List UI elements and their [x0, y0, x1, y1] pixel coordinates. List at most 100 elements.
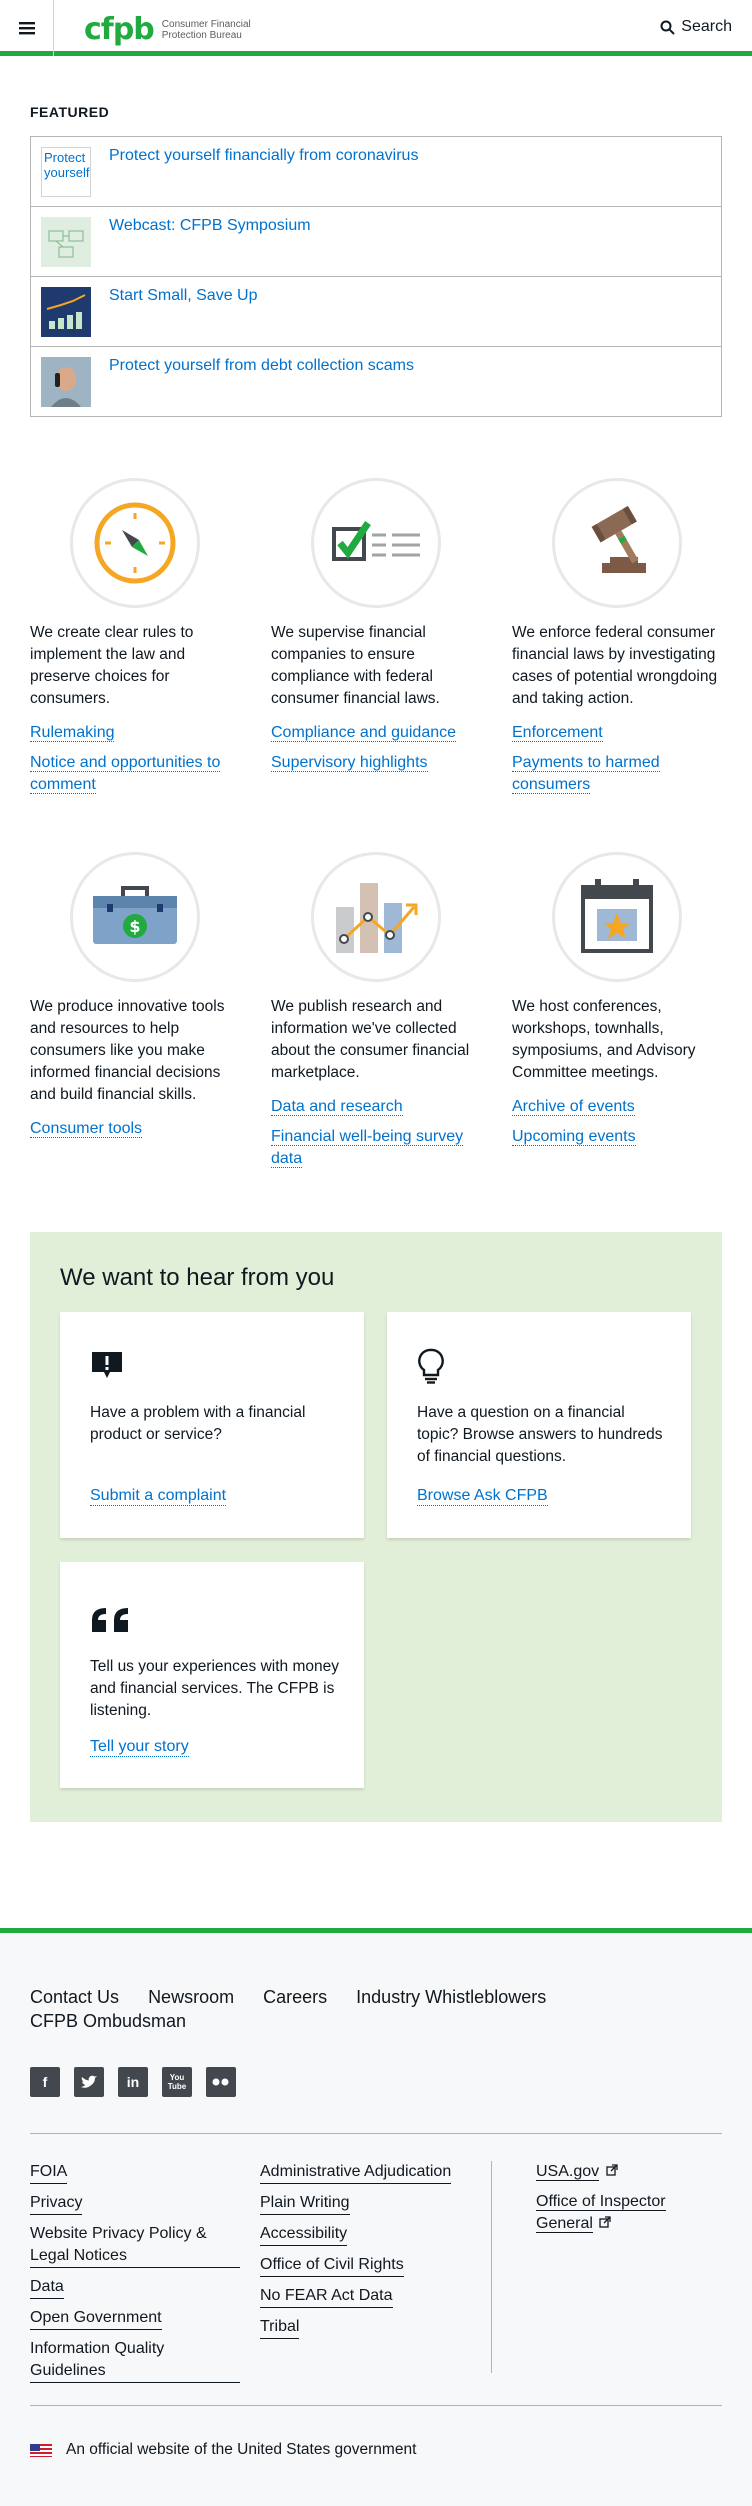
phone-call-thumbnail [41, 357, 91, 407]
data-research-link[interactable]: Data and research [271, 1096, 481, 1118]
inspector-general-link[interactable]: Office of Inspector General [536, 2191, 706, 2235]
footer-divider [30, 2405, 722, 2406]
tools-card: $ We produce innovative tools and resour… [30, 852, 240, 1148]
footer-nav: Contact Us Newsroom Careers Industry Whi… [30, 1985, 590, 2033]
quote-icon [90, 1606, 132, 1639]
complaint-card: Have a problem with a financial product … [60, 1312, 364, 1538]
official-website-banner: An official website of the United States… [30, 2441, 416, 2459]
featured-item[interactable]: Protect yourself Protect yourself financ… [31, 137, 721, 207]
card-icon-circle [552, 478, 682, 608]
social-links: f in You Tube [30, 2067, 250, 2097]
upcoming-events-link[interactable]: Upcoming events [512, 1126, 722, 1148]
tell-story-card: Tell us your experiences with money and … [60, 1562, 364, 1788]
savings-thumbnail [41, 287, 91, 337]
cfpb-logo[interactable]: cfpb Consumer Financial Protection Burea… [84, 12, 262, 47]
card-icon-circle [70, 478, 200, 608]
card-description: We produce innovative tools and resource… [30, 998, 225, 1103]
well-being-survey-link[interactable]: Financial well-being survey data [271, 1126, 481, 1170]
industry-whistleblowers-link[interactable]: Industry Whistleblowers [356, 1985, 546, 2009]
search-label: Search [681, 18, 732, 35]
external-link-icon [605, 2164, 618, 2176]
data-link[interactable]: Data [30, 2276, 64, 2299]
card-description: Have a problem with a financial product … [90, 1404, 306, 1443]
open-government-link[interactable]: Open Government [30, 2307, 162, 2330]
no-fear-act-link[interactable]: No FEAR Act Data [260, 2285, 393, 2308]
footer-divider [30, 2133, 722, 2134]
events-card: We host conferences, workshops, townhall… [512, 852, 722, 1156]
consumer-tools-link[interactable]: Consumer tools [30, 1118, 240, 1140]
card-description: We create clear rules to implement the l… [30, 624, 194, 707]
information-quality-link[interactable]: Information Quality Guidelines [30, 2338, 240, 2383]
broken-image-thumbnail: Protect yourself [41, 147, 91, 197]
search-icon [660, 20, 676, 35]
featured-link[interactable]: Start Small, Save Up [109, 287, 258, 305]
webcast-thumbnail [41, 217, 91, 267]
research-card: We publish research and information we'v… [271, 852, 481, 1178]
checklist-icon [332, 521, 420, 561]
rules-card: We create clear rules to implement the l… [30, 478, 240, 804]
compliance-guidance-link[interactable]: Compliance and guidance [271, 722, 481, 744]
section-title: We want to hear from you [60, 1264, 335, 1291]
featured-list: Protect yourself Protect yourself financ… [30, 136, 722, 417]
supervisory-highlights-link[interactable]: Supervisory highlights [271, 752, 481, 774]
tell-story-link[interactable]: Tell your story [90, 1738, 189, 1757]
payments-harmed-consumers-link[interactable]: Payments to harmed consumers [512, 752, 722, 796]
search-button[interactable]: Search [660, 18, 732, 36]
calendar-icon [581, 879, 653, 953]
enforce-card: We enforce federal consumer financial la… [512, 478, 722, 804]
compass-icon [94, 502, 176, 584]
twitter-icon[interactable] [74, 2067, 104, 2097]
menu-button[interactable] [0, 0, 54, 56]
card-icon-circle [552, 852, 682, 982]
newsroom-link[interactable]: Newsroom [148, 1985, 234, 2009]
submit-complaint-link[interactable]: Submit a complaint [90, 1487, 227, 1506]
alert-bubble-icon [90, 1350, 124, 1385]
card-description: We supervise financial companies to ensu… [271, 624, 440, 707]
featured-item[interactable]: Protect yourself from debt collection sc… [31, 347, 721, 416]
foia-link[interactable]: FOIA [30, 2161, 68, 2184]
civil-rights-link[interactable]: Office of Civil Rights [260, 2254, 404, 2277]
accessibility-link[interactable]: Accessibility [260, 2223, 348, 2246]
logo-text: Consumer Financial Protection Bureau [161, 18, 251, 41]
toolbox-icon: $ [93, 886, 177, 944]
website-privacy-policy-link[interactable]: Website Privacy Policy & Legal Notices [30, 2223, 240, 2268]
featured-link[interactable]: Protect yourself financially from corona… [109, 147, 418, 165]
card-description: Tell us your experiences with money and … [90, 1658, 339, 1719]
featured-heading: FEATURED [30, 104, 110, 120]
hamburger-icon [18, 22, 35, 35]
enforcement-link[interactable]: Enforcement [512, 722, 722, 744]
careers-link[interactable]: Careers [263, 1985, 327, 2009]
linkedin-icon[interactable]: in [118, 2067, 148, 2097]
site-header: cfpb Consumer Financial Protection Burea… [0, 0, 752, 56]
featured-item[interactable]: Start Small, Save Up [31, 277, 721, 347]
footer-links-col2: Administrative Adjudication Plain Writin… [260, 2161, 480, 2347]
youtube-icon[interactable]: You Tube [162, 2067, 192, 2097]
card-icon-circle: $ [70, 852, 200, 982]
plain-writing-link[interactable]: Plain Writing [260, 2192, 350, 2215]
usa-gov-link[interactable]: USA.gov [536, 2161, 706, 2183]
rulemaking-link[interactable]: Rulemaking [30, 722, 240, 744]
ask-cfpb-card: Have a question on a financial topic? Br… [387, 1312, 691, 1538]
facebook-icon[interactable]: f [30, 2067, 60, 2097]
featured-item[interactable]: Webcast: CFPB Symposium [31, 207, 721, 277]
contact-us-link[interactable]: Contact Us [30, 1985, 119, 2009]
gavel-icon [591, 505, 646, 573]
cfpb-ombudsman-link[interactable]: CFPB Ombudsman [30, 2009, 186, 2033]
card-description: We host conferences, workshops, townhall… [512, 998, 696, 1081]
card-description: Have a question on a financial topic? Br… [417, 1404, 663, 1465]
featured-link[interactable]: Protect yourself from debt collection sc… [109, 357, 414, 375]
footer-links-col3: USA.gov Office of Inspector General [536, 2161, 706, 2235]
privacy-link[interactable]: Privacy [30, 2192, 83, 2215]
featured-link[interactable]: Webcast: CFPB Symposium [109, 217, 311, 235]
logo-mark: cfpb [84, 12, 155, 47]
flickr-icon[interactable] [206, 2067, 236, 2097]
site-footer: Contact Us Newsroom Careers Industry Whi… [0, 1928, 752, 2506]
card-description: We enforce federal consumer financial la… [512, 624, 718, 707]
external-link-icon [599, 2216, 612, 2228]
tribal-link[interactable]: Tribal [260, 2316, 300, 2339]
notice-opportunities-link[interactable]: Notice and opportunities to comment [30, 752, 240, 796]
supervise-card: We supervise financial companies to ensu… [271, 478, 481, 782]
archive-events-link[interactable]: Archive of events [512, 1096, 722, 1118]
administrative-adjudication-link[interactable]: Administrative Adjudication [260, 2161, 452, 2184]
browse-ask-cfpb-link[interactable]: Browse Ask CFPB [417, 1487, 548, 1506]
